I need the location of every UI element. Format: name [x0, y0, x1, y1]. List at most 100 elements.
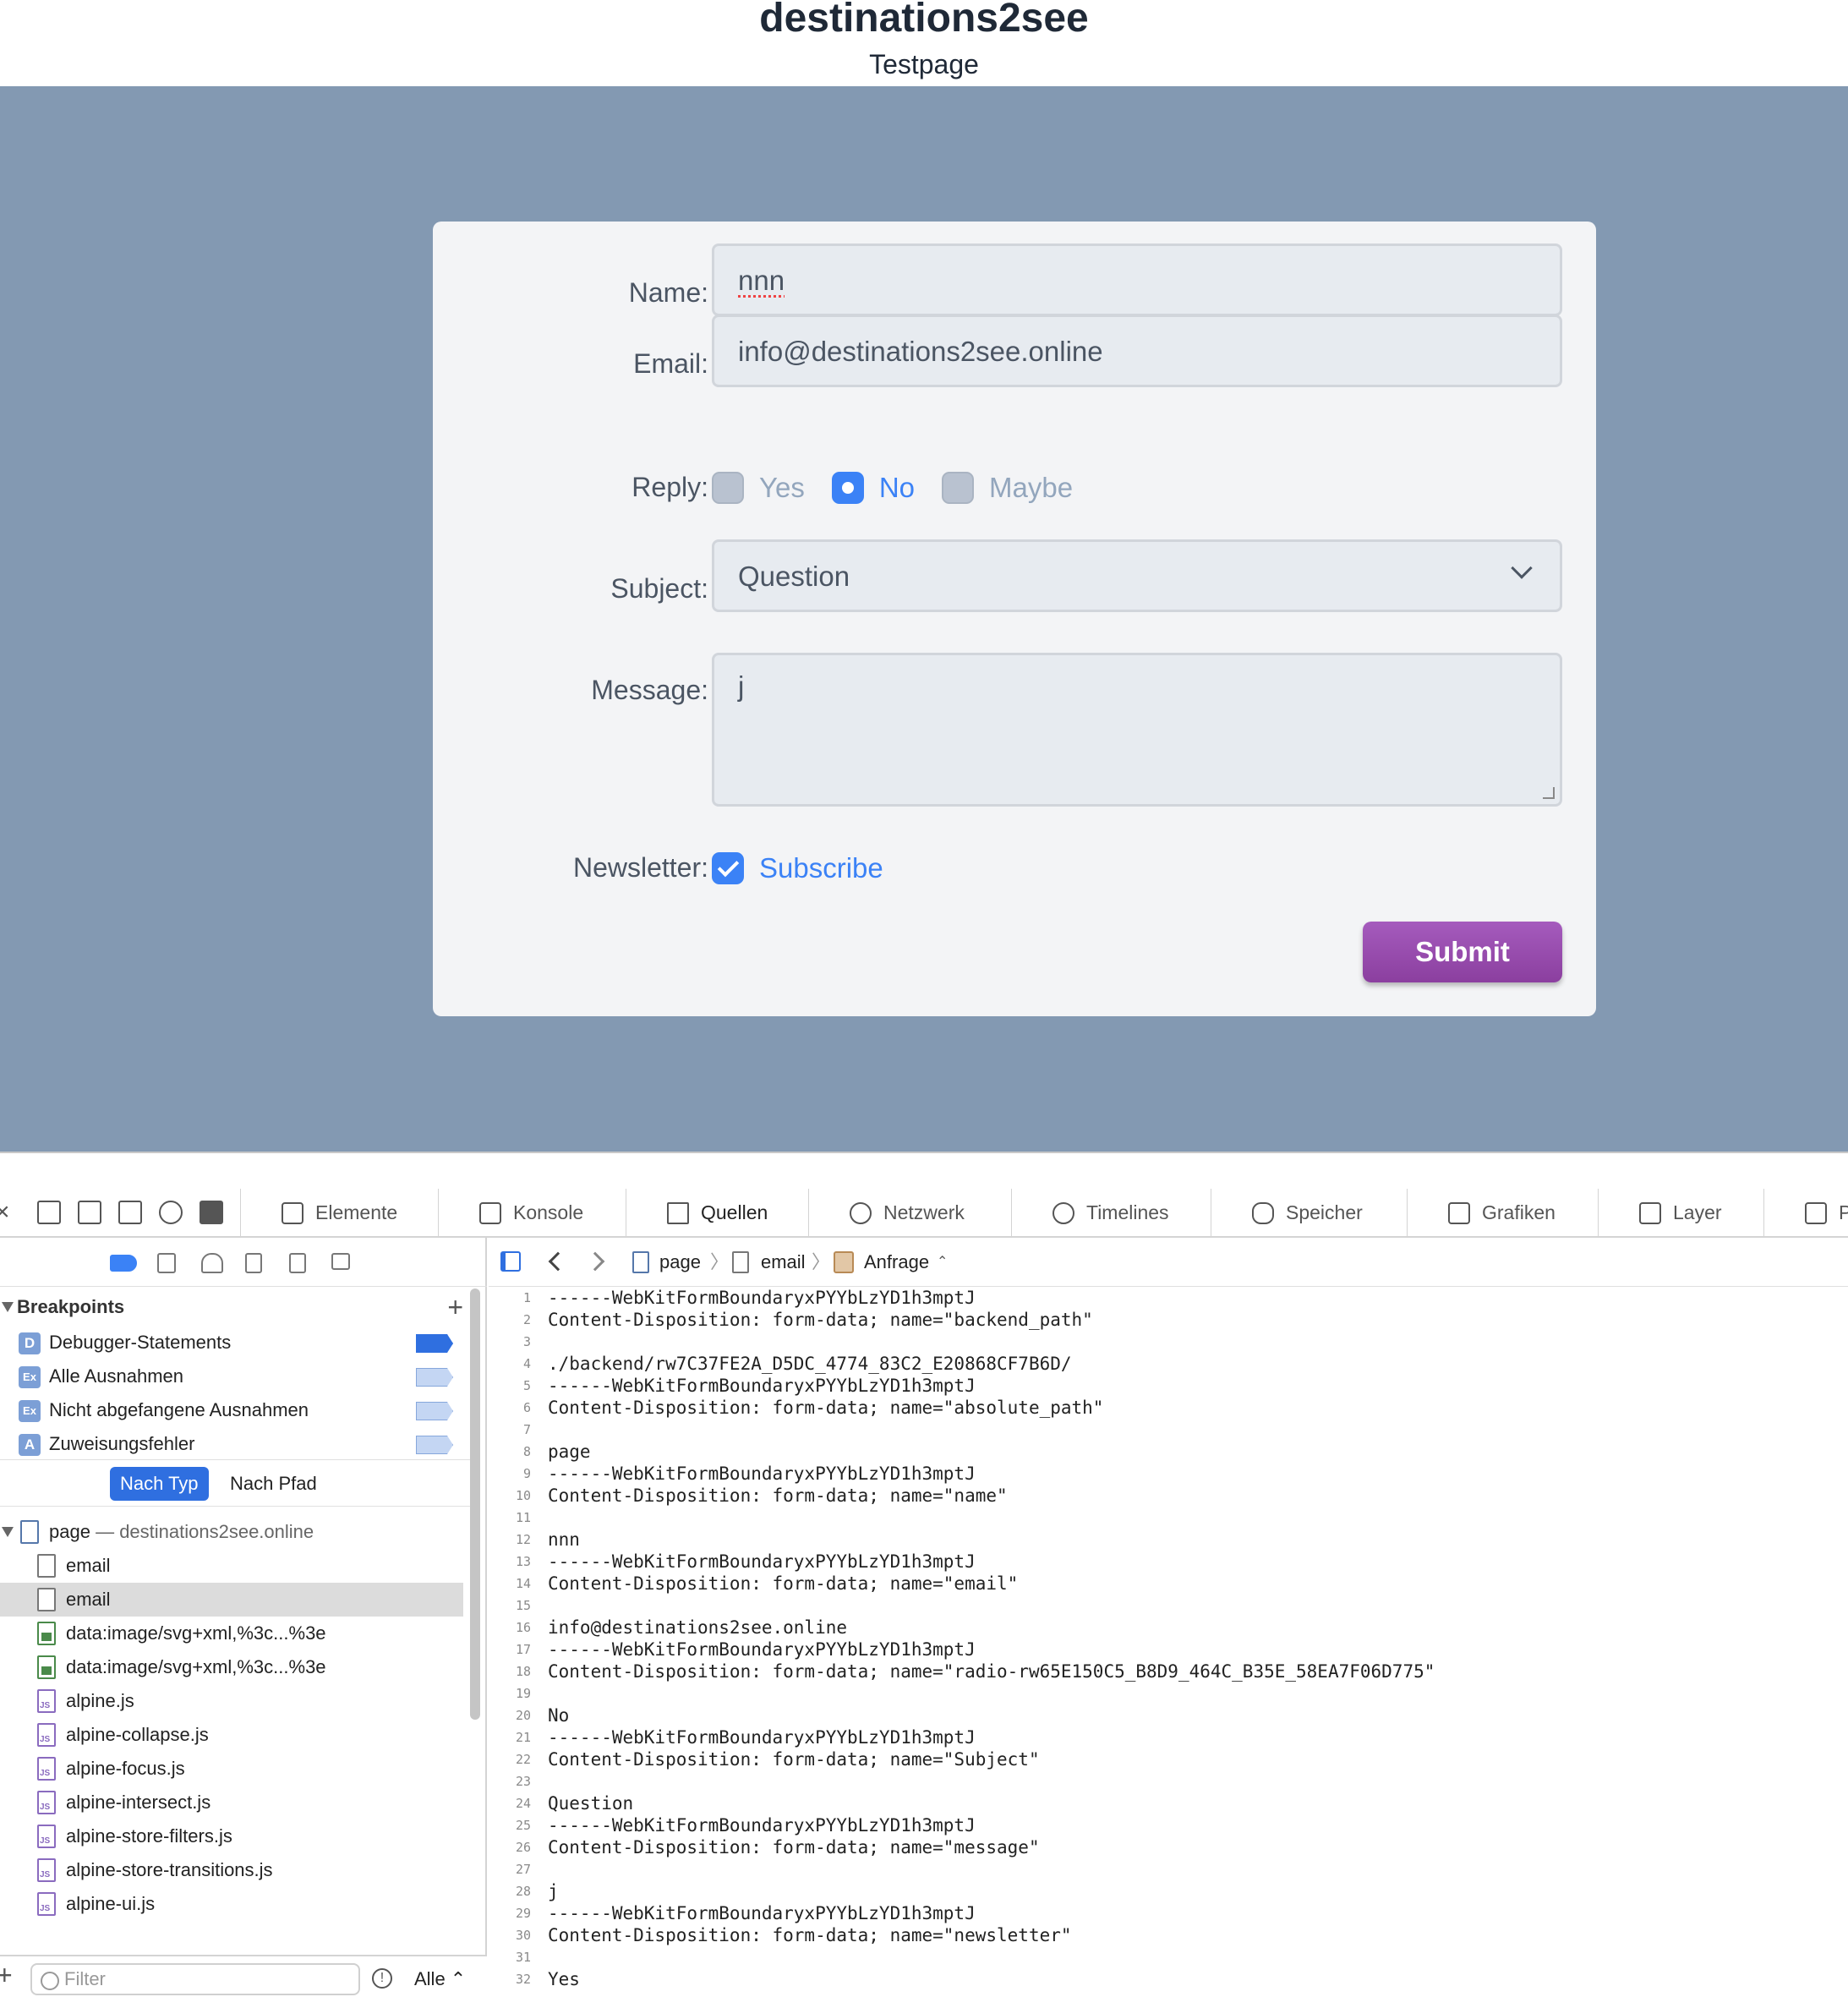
breakpoints-section-header[interactable]: Breakpoints +: [0, 1290, 473, 1324]
line-number[interactable]: 18: [489, 1661, 531, 1682]
line-number[interactable]: 26: [489, 1836, 531, 1858]
line-number[interactable]: 1: [489, 1287, 531, 1309]
resource-item[interactable]: alpine-store-filters.js: [0, 1819, 463, 1853]
line-number[interactable]: 12: [489, 1529, 531, 1551]
resize-handle-icon[interactable]: [1543, 787, 1555, 799]
group-by-path-button[interactable]: Nach Pfad: [220, 1467, 327, 1501]
tab-netzwerk[interactable]: Netzwerk: [808, 1189, 1011, 1236]
filter-input[interactable]: Filter: [30, 1963, 360, 1995]
breadcrumb-request-select[interactable]: Anfrage: [864, 1238, 929, 1287]
info-icon[interactable]: !: [372, 1968, 392, 1989]
newsletter-subscribe-label[interactable]: Subscribe: [759, 852, 883, 884]
line-number[interactable]: 10: [489, 1485, 531, 1507]
reply-no-radio[interactable]: [831, 472, 864, 504]
resource-item[interactable]: alpine-collapse.js: [0, 1718, 463, 1752]
line-number[interactable]: 24: [489, 1792, 531, 1814]
tab-timelines[interactable]: Timelines: [1011, 1189, 1211, 1236]
breadcrumb-page[interactable]: page: [659, 1238, 701, 1287]
name-input[interactable]: nnn: [712, 243, 1562, 316]
line-number[interactable]: 5: [489, 1375, 531, 1397]
reply-no-label[interactable]: No: [879, 472, 915, 504]
line-number[interactable]: 29: [489, 1902, 531, 1924]
breakpoint-flag-icon[interactable]: [416, 1402, 453, 1420]
filter-scope-select[interactable]: Alle ⌃: [414, 1963, 466, 1995]
add-resource-icon[interactable]: +: [0, 1960, 13, 1991]
resource-item[interactable]: data:image/svg+xml,%3c...%3e: [0, 1650, 463, 1684]
line-number[interactable]: 13: [489, 1551, 531, 1573]
reply-yes-radio[interactable]: [712, 472, 744, 504]
newsletter-checkbox[interactable]: [712, 852, 744, 884]
tab-grafiken[interactable]: Grafiken: [1407, 1189, 1598, 1236]
line-number[interactable]: 21: [489, 1726, 531, 1748]
pause-icon[interactable]: [157, 1253, 176, 1273]
line-number[interactable]: 20: [489, 1704, 531, 1726]
breakpoint-flag-icon[interactable]: [416, 1334, 453, 1353]
line-number[interactable]: 16: [489, 1617, 531, 1639]
disclosure-triangle-icon[interactable]: [2, 1302, 14, 1312]
tab-quellen[interactable]: Quellen: [626, 1189, 808, 1236]
line-number[interactable]: 22: [489, 1748, 531, 1770]
dock-right-icon[interactable]: [78, 1201, 101, 1224]
resource-item[interactable]: alpine-focus.js: [0, 1752, 463, 1786]
line-number[interactable]: 27: [489, 1858, 531, 1880]
breakpoint-item[interactable]: A Zuweisungsfehler: [0, 1427, 473, 1461]
tab-more[interactable]: P: [1763, 1189, 1848, 1236]
tab-layer[interactable]: Layer: [1598, 1189, 1763, 1236]
line-number[interactable]: 28: [489, 1880, 531, 1902]
line-number[interactable]: 30: [489, 1924, 531, 1946]
line-number[interactable]: 3: [489, 1331, 531, 1353]
line-number[interactable]: 31: [489, 1946, 531, 1968]
line-number[interactable]: 8: [489, 1441, 531, 1463]
forward-arrow-icon[interactable]: [585, 1251, 605, 1272]
breakpoint-item[interactable]: Ex Nicht abgefangene Ausnahmen: [0, 1393, 473, 1427]
resource-item[interactable]: alpine-intersect.js: [0, 1786, 463, 1819]
subject-select[interactable]: Question: [712, 539, 1562, 612]
resource-item[interactable]: data:image/svg+xml,%3c...%3e: [0, 1617, 463, 1650]
reply-maybe-label[interactable]: Maybe: [989, 472, 1073, 504]
resource-root[interactable]: page — destinations2see.online: [0, 1515, 463, 1549]
submit-button[interactable]: Submit: [1363, 922, 1562, 982]
sidebar-toggle-icon[interactable]: [500, 1251, 521, 1272]
chevron-updown-icon[interactable]: ⌃: [937, 1238, 948, 1287]
sidebar-scrollbar[interactable]: [470, 1288, 480, 1720]
resource-item[interactable]: email: [0, 1549, 463, 1583]
breadcrumb-email[interactable]: email: [761, 1238, 806, 1287]
line-number[interactable]: 9: [489, 1463, 531, 1485]
line-number[interactable]: 11: [489, 1507, 531, 1529]
reply-yes-label[interactable]: Yes: [759, 472, 805, 504]
line-number[interactable]: 4: [489, 1353, 531, 1375]
resource-item[interactable]: alpine-store-transitions.js: [0, 1853, 463, 1887]
line-number[interactable]: 7: [489, 1419, 531, 1441]
element-picker-icon[interactable]: [159, 1201, 183, 1224]
line-number[interactable]: 23: [489, 1770, 531, 1792]
add-breakpoint-icon[interactable]: +: [447, 1290, 463, 1324]
code-editor[interactable]: 1 ------WebKitFormBoundaryxPYYbLzYD1h3mpt…: [489, 1287, 1848, 1997]
line-number[interactable]: 2: [489, 1309, 531, 1331]
disclosure-triangle-icon[interactable]: [2, 1527, 14, 1537]
device-settings-icon[interactable]: [200, 1201, 223, 1224]
step-into-icon[interactable]: [245, 1253, 262, 1273]
resource-item[interactable]: alpine-ui.js: [0, 1887, 463, 1921]
breakpoint-flag-icon[interactable]: [416, 1368, 453, 1387]
step-out-icon[interactable]: [289, 1253, 306, 1273]
line-number[interactable]: 17: [489, 1639, 531, 1661]
dock-bottom-icon[interactable]: [37, 1201, 61, 1224]
line-number[interactable]: 19: [489, 1682, 531, 1704]
resource-item[interactable]: email: [0, 1583, 463, 1617]
breakpoints-toggle-icon[interactable]: [110, 1255, 137, 1272]
breakpoint-item[interactable]: D Debugger-Statements: [0, 1326, 473, 1360]
line-number[interactable]: 15: [489, 1595, 531, 1617]
breakpoint-flag-icon[interactable]: [416, 1436, 453, 1454]
line-number[interactable]: 25: [489, 1814, 531, 1836]
detach-window-icon[interactable]: [118, 1201, 142, 1224]
message-textarea[interactable]: j: [712, 653, 1562, 807]
tab-elemente[interactable]: Elemente: [240, 1189, 440, 1236]
tab-konsole[interactable]: Konsole: [438, 1189, 626, 1236]
email-input[interactable]: info@destinations2see.online: [712, 315, 1562, 387]
step-icon[interactable]: [331, 1253, 350, 1270]
breakpoint-item[interactable]: Ex Alle Ausnahmen: [0, 1360, 473, 1393]
resource-item[interactable]: alpine.js: [0, 1684, 463, 1718]
line-number[interactable]: 32: [489, 1968, 531, 1990]
reply-maybe-radio[interactable]: [942, 472, 975, 504]
back-arrow-icon[interactable]: [548, 1251, 568, 1272]
